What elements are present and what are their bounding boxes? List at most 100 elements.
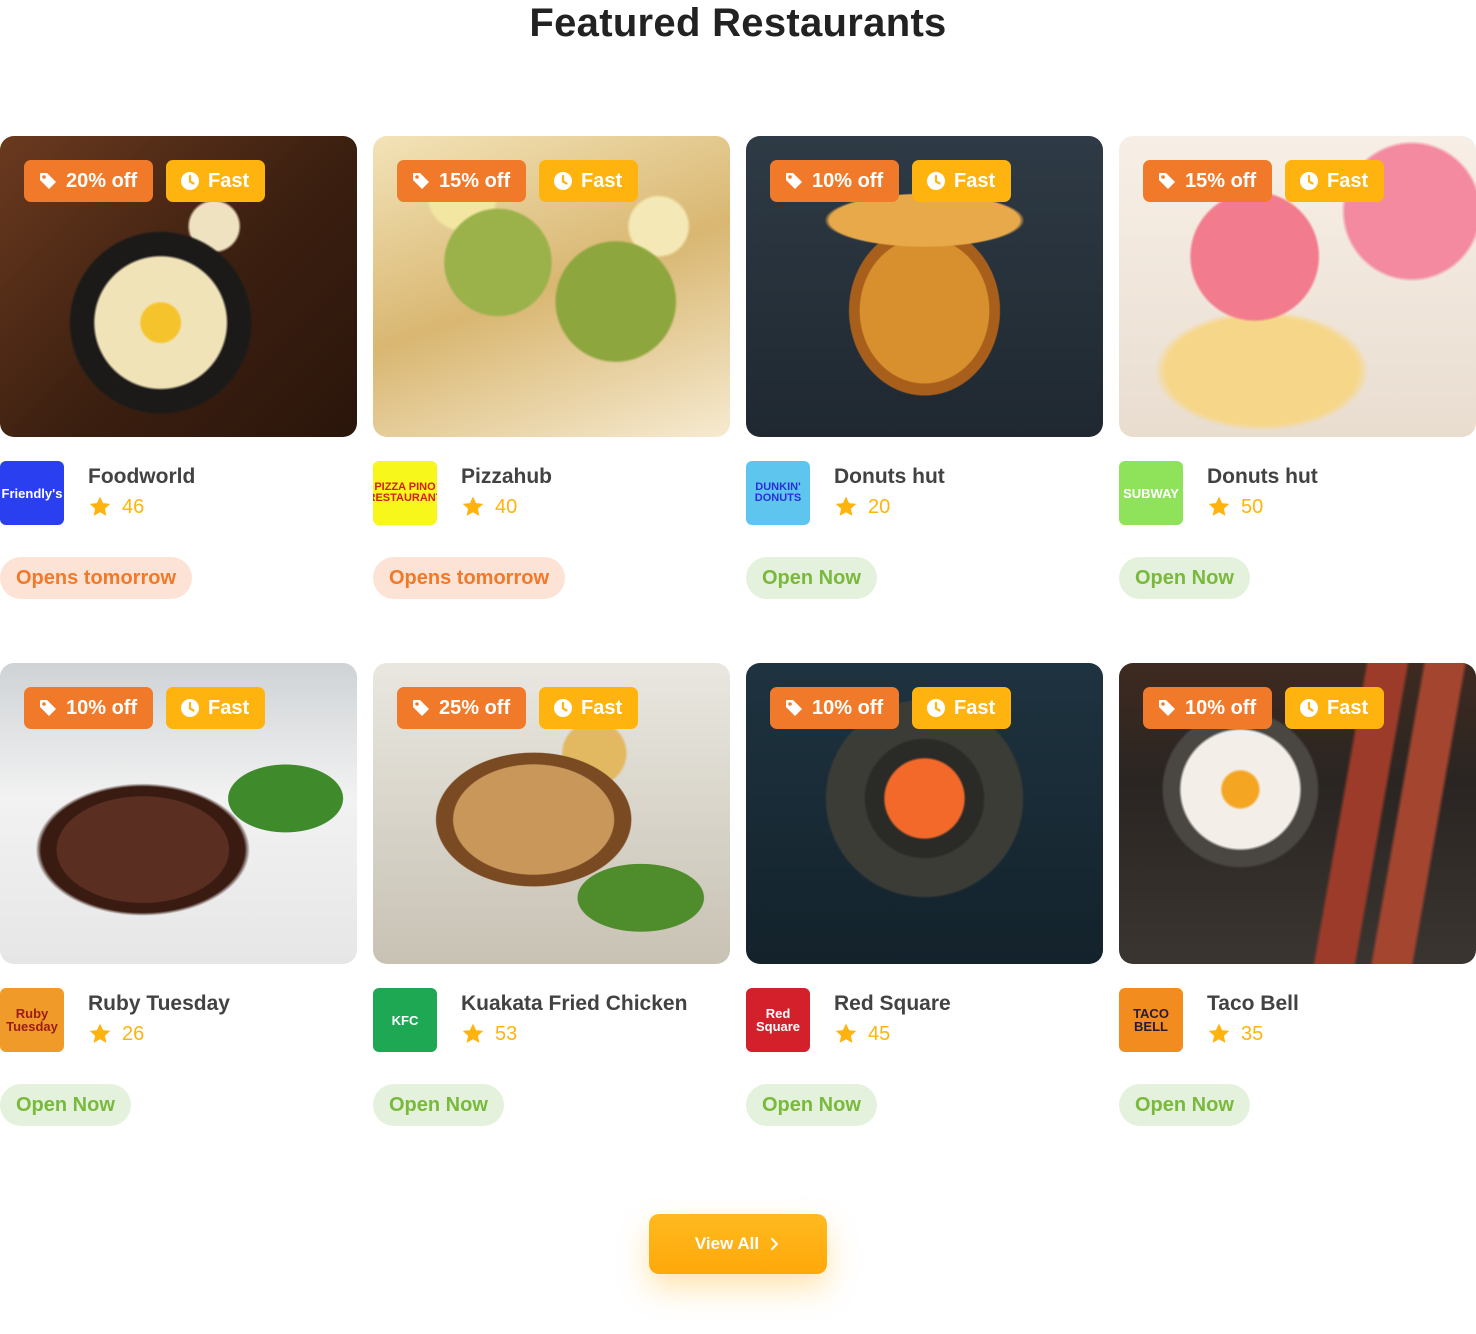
restaurant-card[interactable]: 20% off Fast Friendly's Foodworld 46 Ope…	[0, 136, 357, 599]
restaurant-logo: Friendly's	[0, 461, 64, 525]
restaurant-logo: DUNKIN' DONUTS	[746, 461, 810, 525]
restaurant-info: SUBWAY Donuts hut 50	[1119, 461, 1476, 525]
tag-icon	[40, 700, 56, 716]
restaurant-name[interactable]: Ruby Tuesday	[88, 992, 230, 1016]
restaurant-rating: 46	[88, 495, 144, 519]
restaurant-name[interactable]: Donuts hut	[1207, 465, 1318, 489]
clock-icon	[554, 699, 572, 717]
rating-value: 20	[868, 495, 891, 518]
fast-badge: Fast	[1285, 687, 1385, 729]
discount-badge: 10% off	[1143, 687, 1273, 729]
speed-label: Fast	[954, 696, 996, 719]
restaurant-card[interactable]: 10% off Fast TACO BELL Taco Bell 35 Open…	[1119, 663, 1476, 1126]
restaurant-name[interactable]: Red Square	[834, 992, 951, 1016]
rating-value: 40	[495, 495, 518, 518]
restaurant-name[interactable]: Taco Bell	[1207, 992, 1299, 1016]
speed-label: Fast	[1327, 696, 1369, 719]
restaurant-name[interactable]: Donuts hut	[834, 465, 945, 489]
status-badge: Open Now	[1119, 557, 1250, 599]
restaurant-photo[interactable]: 10% off Fast	[0, 663, 357, 964]
status-badge: Open Now	[746, 1084, 877, 1126]
restaurant-logo: Ruby Tuesday	[0, 988, 64, 1052]
restaurant-name[interactable]: Foodworld	[88, 465, 195, 489]
view-all-label: View All	[694, 1234, 760, 1253]
view-all-button[interactable]: View All	[649, 1214, 827, 1274]
fast-badge: Fast	[1285, 160, 1385, 202]
discount-label: 10% off	[812, 696, 884, 719]
rating-value: 35	[1241, 1022, 1264, 1045]
speed-label: Fast	[581, 696, 623, 719]
star-icon	[1208, 496, 1230, 516]
speed-label: Fast	[1327, 169, 1369, 192]
discount-label: 15% off	[1185, 169, 1257, 192]
restaurant-rating: 40	[461, 495, 517, 519]
discount-label: 25% off	[439, 696, 511, 719]
discount-badge: 10% off	[770, 687, 900, 729]
status-badge: Open Now	[746, 557, 877, 599]
clock-icon	[181, 172, 199, 190]
logo-text: KFC	[391, 1012, 419, 1028]
tag-icon	[413, 173, 429, 189]
clock-icon	[927, 699, 945, 717]
star-icon	[835, 496, 857, 516]
restaurant-name[interactable]: Kuakata Fried Chicken	[461, 992, 687, 1016]
restaurant-photo[interactable]: 15% off Fast	[1119, 136, 1476, 437]
clock-icon	[927, 172, 945, 190]
tag-icon	[1159, 700, 1175, 716]
logo-text: Friendly's	[1, 485, 63, 501]
status-badge: Open Now	[1119, 1084, 1250, 1126]
restaurant-card[interactable]: 10% off Fast Ruby Tuesday Ruby Tuesday 2…	[0, 663, 357, 1126]
fast-badge: Fast	[166, 687, 266, 729]
status-badge: Opens tomorrow	[373, 557, 566, 599]
restaurant-logo: KFC	[373, 988, 437, 1052]
restaurant-rating: 45	[834, 1022, 890, 1046]
discount-badge: 10% off	[770, 160, 900, 202]
restaurant-card[interactable]: 10% off Fast DUNKIN' DONUTS Donuts hut 2…	[746, 136, 1103, 599]
restaurant-photo[interactable]: 10% off Fast	[746, 136, 1103, 437]
restaurant-rating: 50	[1207, 495, 1263, 519]
restaurant-photo[interactable]: 15% off Fast	[373, 136, 730, 437]
restaurant-rating: 26	[88, 1022, 144, 1046]
restaurant-logo: TACO BELL	[1119, 988, 1183, 1052]
tag-icon	[786, 700, 802, 716]
fast-badge: Fast	[912, 687, 1012, 729]
tag-icon	[413, 700, 429, 716]
logo-text: TACO BELL	[1133, 1006, 1169, 1034]
restaurant-rating: 35	[1207, 1022, 1263, 1046]
clock-icon	[181, 699, 199, 717]
logo-text: SUBWAY	[1123, 485, 1179, 501]
clock-icon	[1300, 172, 1318, 190]
rating-value: 46	[122, 495, 145, 518]
restaurant-info: TACO BELL Taco Bell 35	[1119, 988, 1476, 1052]
tag-icon	[40, 173, 56, 189]
star-icon	[89, 1023, 111, 1043]
speed-label: Fast	[581, 169, 623, 192]
discount-badge: 15% off	[397, 160, 527, 202]
restaurant-card[interactable]: 25% off Fast KFC Kuakata Fried Chicken 5…	[373, 663, 730, 1126]
discount-label: 20% off	[66, 169, 138, 192]
restaurant-photo[interactable]: 25% off Fast	[373, 663, 730, 964]
restaurant-photo[interactable]: 20% off Fast	[0, 136, 357, 437]
restaurant-info: KFC Kuakata Fried Chicken 53	[373, 988, 730, 1052]
rating-value: 50	[1241, 495, 1264, 518]
discount-label: 10% off	[812, 169, 884, 192]
fast-badge: Fast	[539, 160, 639, 202]
discount-label: 15% off	[439, 169, 511, 192]
speed-label: Fast	[208, 696, 250, 719]
star-icon	[89, 496, 111, 516]
restaurant-name[interactable]: Pizzahub	[461, 465, 552, 489]
tag-icon	[1159, 173, 1175, 189]
restaurant-photo[interactable]: 10% off Fast	[1119, 663, 1476, 964]
status-badge: Opens tomorrow	[0, 557, 193, 599]
restaurant-info: PIZZA PINO RESTAURANT Pizzahub 40	[373, 461, 730, 525]
star-icon	[462, 1023, 484, 1043]
discount-badge: 20% off	[24, 160, 154, 202]
restaurant-card[interactable]: 15% off Fast PIZZA PINO RESTAURANT Pizza…	[373, 136, 730, 599]
restaurant-rating: 53	[461, 1022, 517, 1046]
discount-label: 10% off	[66, 696, 138, 719]
restaurant-card[interactable]: 15% off Fast SUBWAY Donuts hut 50 Open N…	[1119, 136, 1476, 599]
chevron-right-icon	[771, 1238, 779, 1250]
clock-icon	[554, 172, 572, 190]
restaurant-photo[interactable]: 10% off Fast	[746, 663, 1103, 964]
restaurant-card[interactable]: 10% off Fast Red Square Red Square 45 Op…	[746, 663, 1103, 1126]
